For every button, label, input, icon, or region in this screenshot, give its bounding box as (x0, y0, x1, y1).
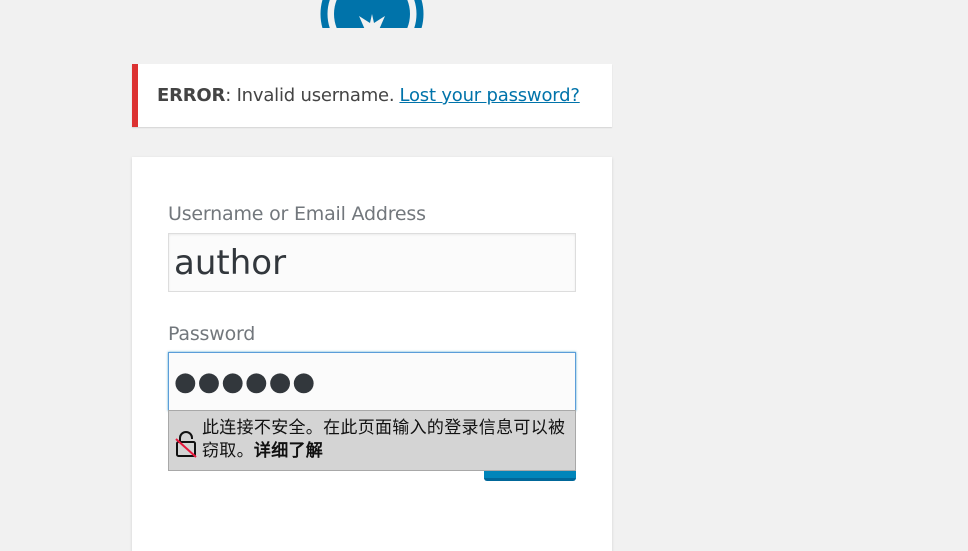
login-form: Username or Email Address author Passwor… (132, 157, 612, 551)
learn-more-link[interactable]: 详细了解 (254, 441, 323, 461)
error-label: ERROR (157, 85, 226, 106)
username-input[interactable]: author (168, 233, 576, 292)
password-label: Password (168, 323, 256, 345)
insecure-form-warning: 此连接不安全。在此页面输入的登录信息可以被窃取。详细了解 (168, 410, 576, 471)
login-error-notice: ERROR : Invalid username. Lost your pass… (132, 64, 612, 127)
error-message: : Invalid username. (225, 85, 395, 106)
username-label: Username or Email Address (168, 203, 426, 225)
insecure-warning-text: 此连接不安全。在此页面输入的登录信息可以被窃取。详细了解 (202, 417, 569, 463)
password-input[interactable]: ●●●●●● (168, 352, 576, 411)
wordpress-logo-icon[interactable] (312, 0, 432, 28)
insecure-lock-icon (173, 429, 199, 459)
login-page: ERROR : Invalid username. Lost your pass… (0, 0, 968, 551)
lost-password-link[interactable]: Lost your password? (399, 85, 579, 106)
